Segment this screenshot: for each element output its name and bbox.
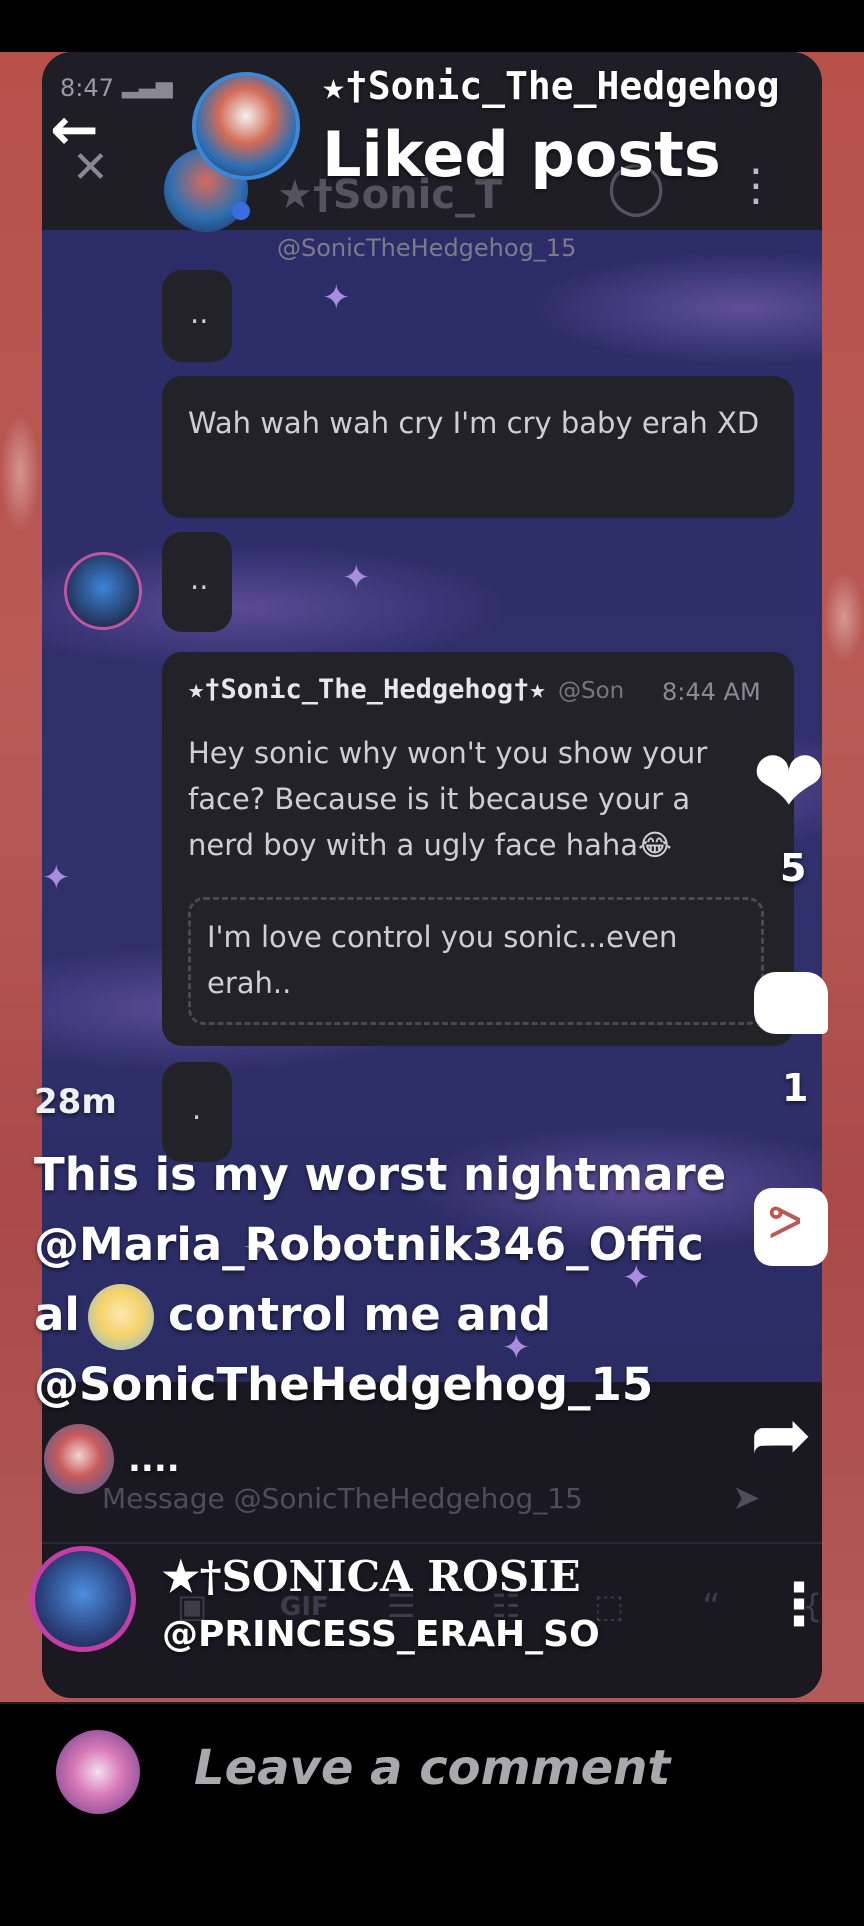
comment-input[interactable]: Leave a comment: [194, 1740, 670, 1796]
nav-recents-icon: □: [627, 1692, 655, 1698]
message-bubble: .: [162, 1062, 232, 1162]
reply-message-bubble: ★†Sonic_The_Hedgehog†★ @Son 8:44 AM Hey …: [162, 652, 794, 1046]
caption-line: control me and: [168, 1288, 552, 1341]
online-dot: [232, 202, 250, 220]
remix-button[interactable]: ᕗ: [754, 1188, 828, 1266]
nav-back-icon: ◁: [227, 1692, 250, 1698]
message-time: 8:44 AM: [662, 678, 761, 706]
embedded-message-input: Message @SonicTheHedgehog_15: [102, 1482, 583, 1515]
caption-mention[interactable]: @SonicTheHedgehog_15: [34, 1358, 653, 1411]
message-handle: @Son: [558, 678, 625, 704]
more-icon: ⋮: [734, 160, 778, 211]
message-bubble: ..: [162, 532, 232, 632]
quote-icon: “: [702, 1587, 721, 1628]
share-button[interactable]: ➦: [750, 1398, 812, 1472]
post-author-handle[interactable]: @PRINCESS_ERAH_SO: [162, 1614, 600, 1655]
page-title: Liked posts: [322, 118, 721, 191]
nav-home-icon: ○: [412, 1692, 438, 1698]
post-age: 28m: [34, 1082, 117, 1122]
channel-handle: @SonicTheHedgehog_15: [277, 234, 577, 262]
typing-indicator: ....: [128, 1440, 180, 1480]
message-author: ★†Sonic_The_Hedgehog†★: [188, 674, 546, 705]
more-options-icon[interactable]: ⋮: [770, 1570, 828, 1638]
header-author-name[interactable]: ★†Sonic_The_Hedgehog: [322, 64, 780, 108]
message-bubble: Wah wah wah cry I'm cry baby erah XD: [162, 376, 794, 518]
comment-button[interactable]: [754, 972, 828, 1034]
send-icon: ➤: [732, 1478, 761, 1518]
back-icon[interactable]: ←: [50, 95, 99, 163]
quoted-message: I'm love control you sonic...even erah..: [188, 897, 764, 1025]
signal-icon: ▂▃▅: [122, 74, 173, 99]
like-count: 5: [780, 846, 807, 890]
like-button[interactable]: ❤: [752, 738, 826, 826]
user-avatar: [56, 1730, 140, 1814]
caption-mention-end[interactable]: al: [34, 1288, 80, 1341]
post-author-avatar[interactable]: [30, 1546, 136, 1652]
caption-line: This is my worst nightmare: [34, 1148, 727, 1201]
mention-avatar: [88, 1284, 154, 1350]
remix-icon: ᕗ: [768, 1194, 803, 1250]
star-icon: ✦: [322, 278, 351, 318]
star-icon: ✦: [342, 558, 371, 598]
message-bubble: ..: [162, 270, 232, 362]
typing-avatar: [44, 1424, 114, 1494]
post-author-name[interactable]: ★†SONICA ROSIE: [162, 1552, 581, 1601]
caption-mention[interactable]: @Maria_Robotnik346_Offic: [34, 1218, 704, 1271]
comment-count: 1: [782, 1066, 809, 1110]
comment-bar: Leave a comment: [0, 1702, 864, 1834]
star-icon: ✦: [42, 858, 71, 898]
author-avatar[interactable]: [192, 72, 300, 180]
sender-avatar: [64, 552, 142, 630]
